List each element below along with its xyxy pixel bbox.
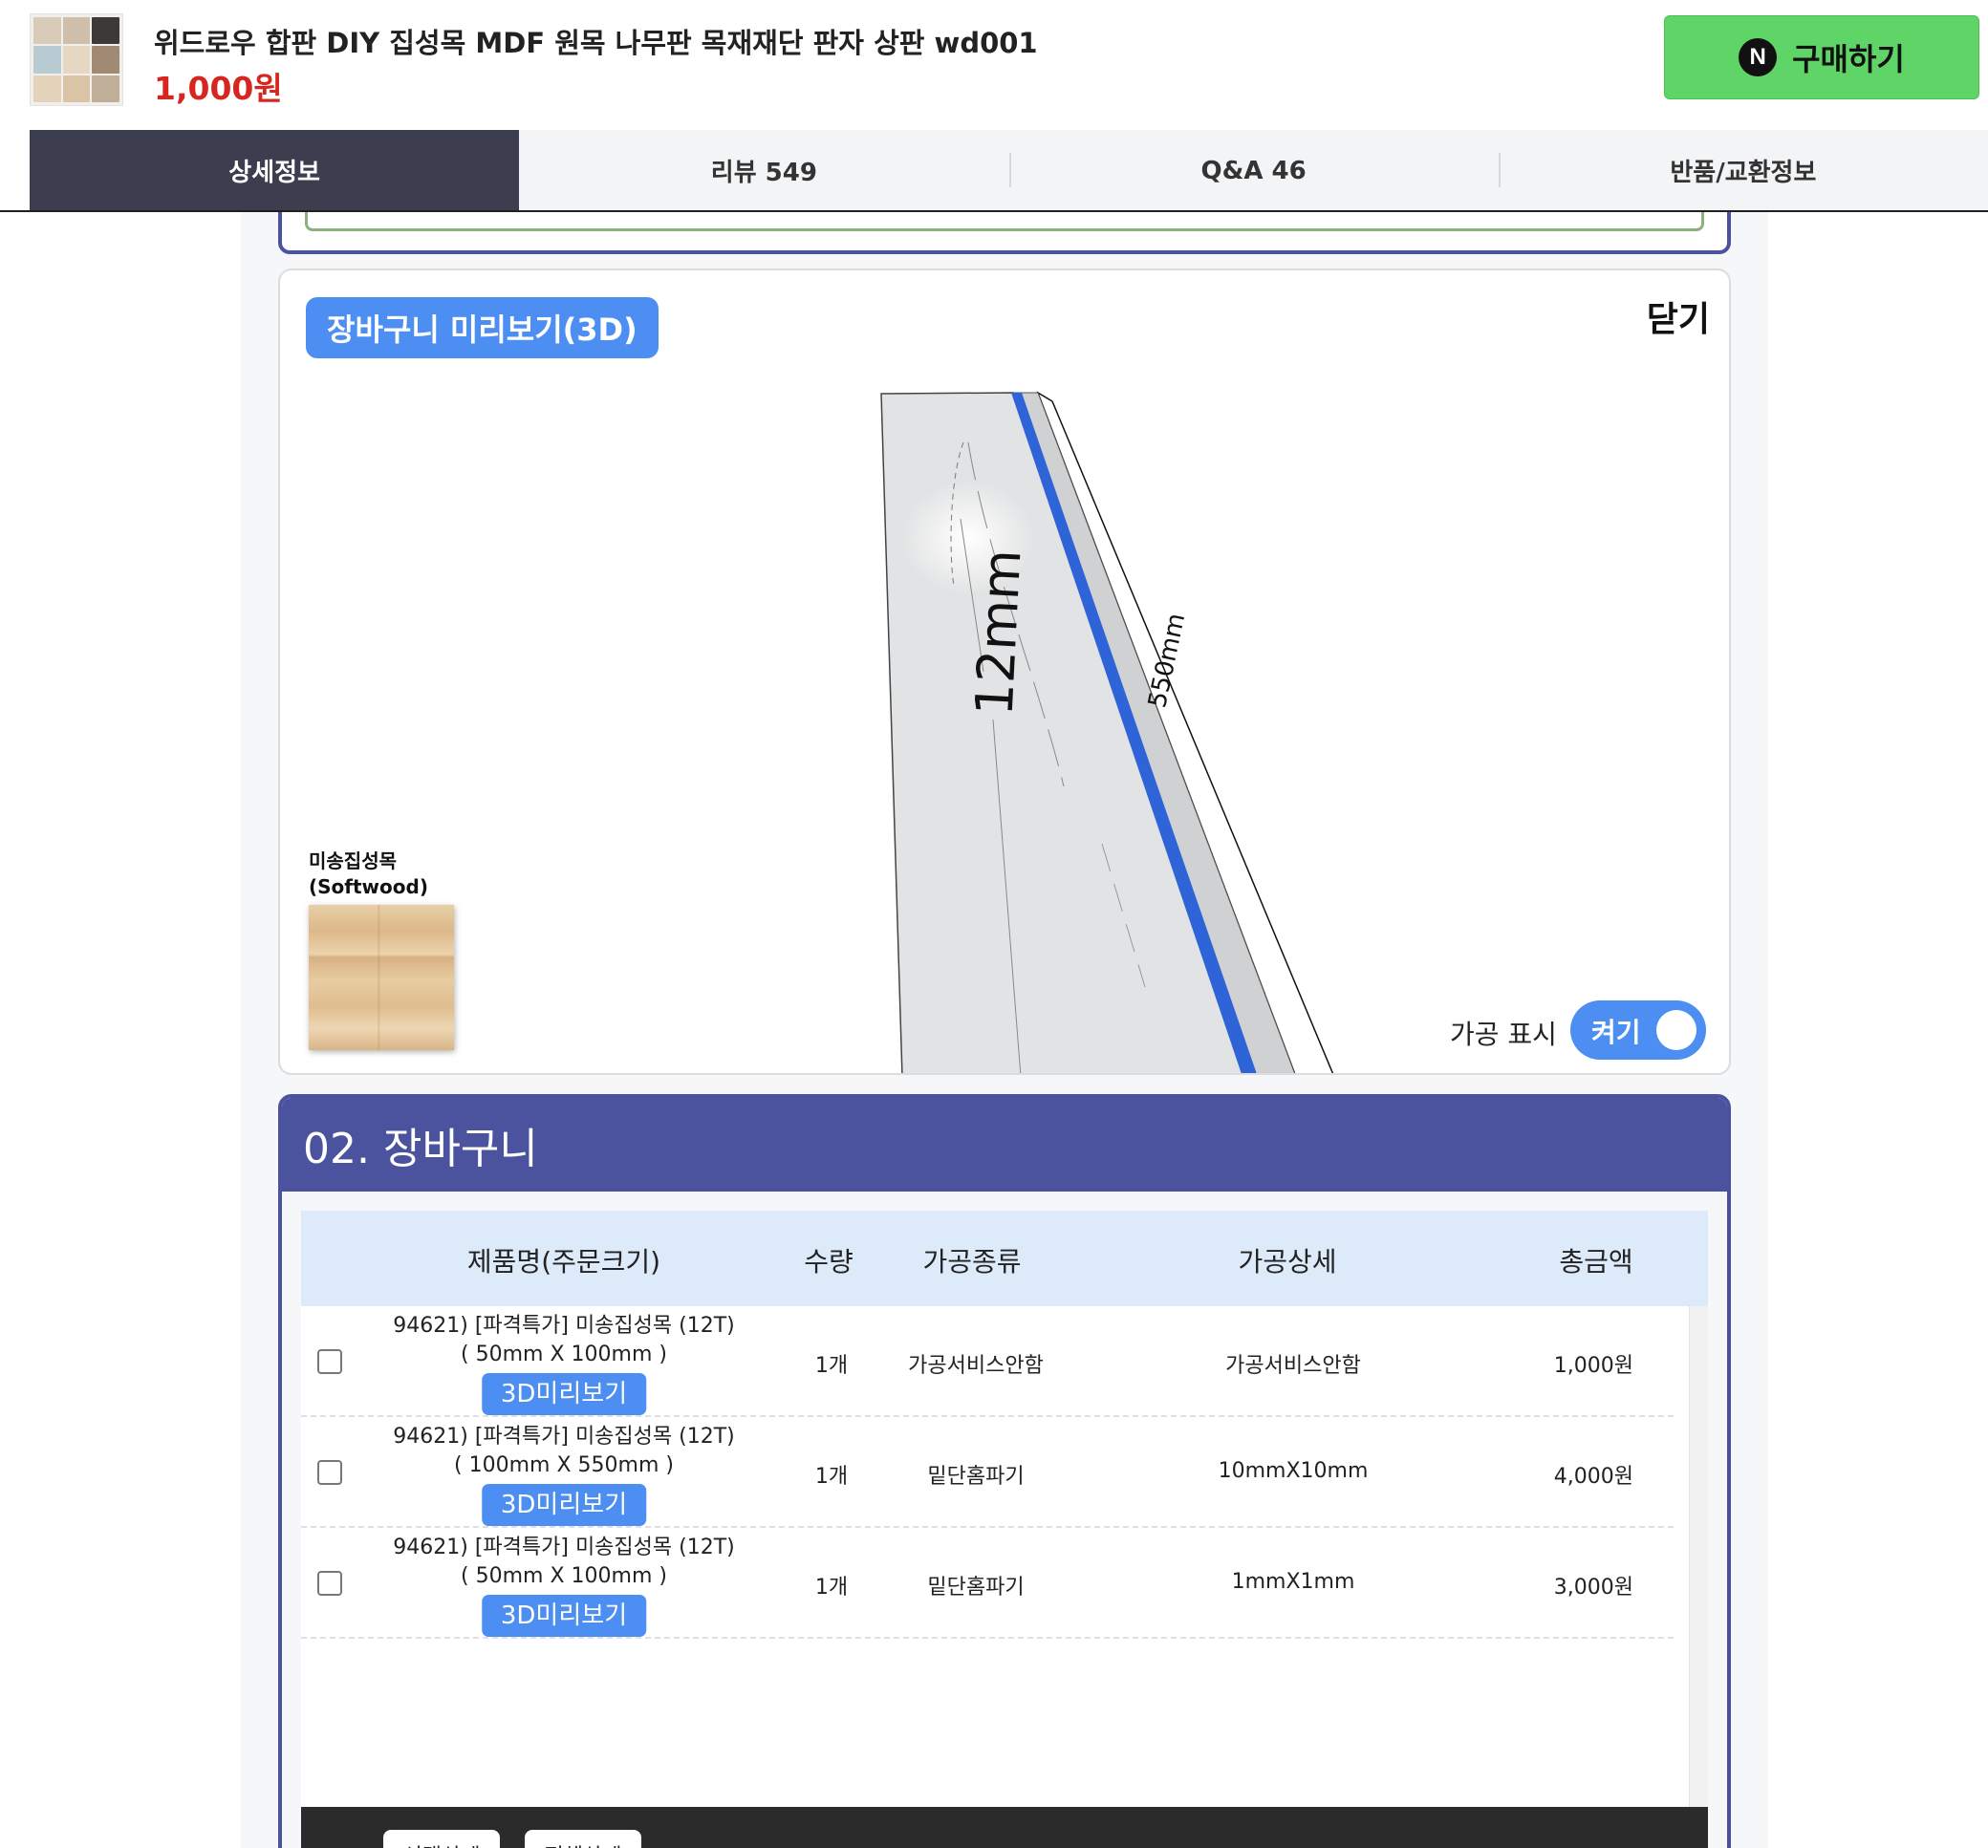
column-header-process-detail: 가공상세	[1238, 1246, 1337, 1278]
cart-section: 02. 장바구니 제품명(주문크기) 수량 가공종류 가공상세 총금액 9462…	[278, 1094, 1731, 1848]
row-product-name: 94621) [파격특가] 미송집성목 (12T)	[393, 1536, 735, 1559]
cart-footer: 선택삭제 전체삭제	[301, 1807, 1708, 1848]
buy-button[interactable]: N 구매하기	[1664, 15, 1979, 99]
cart-row: 94621) [파격특가] 미송집성목 (12T) ( 50mm X 100mm…	[301, 1306, 1674, 1417]
row-process-detail: 10mmX10mm	[1218, 1459, 1369, 1483]
row-product: 94621) [파격특가] 미송집성목 (12T) ( 50mm X 100mm…	[393, 1312, 735, 1415]
row-process-type: 밑단홈파기	[927, 1576, 1025, 1600]
material-swatch[interactable]	[309, 905, 454, 1050]
buy-button-label: 구매하기	[1792, 41, 1905, 77]
material-label: 미송집성목 (Softwood)	[309, 849, 428, 900]
row-product: 94621) [파격특가] 미송집성목 (12T) ( 50mm X 100mm…	[393, 1534, 735, 1637]
product-thumbnail[interactable]	[30, 13, 123, 106]
cart-scrollbar[interactable]	[1689, 1306, 1708, 1807]
row-product-size: ( 100mm X 550mm )	[454, 1453, 674, 1477]
cart-row: 94621) [파격특가] 미송집성목 (12T) ( 100mm X 550m…	[301, 1417, 1674, 1528]
processing-display-toggle[interactable]: 켜기	[1570, 1000, 1706, 1060]
row-product-name: 94621) [파격특가] 미송집성목 (12T)	[393, 1425, 735, 1449]
row-3d-preview-button[interactable]: 3D미리보기	[481, 1484, 647, 1526]
board-3d-render[interactable]: 12mm 550mm	[280, 270, 1731, 1075]
row-3d-preview-button[interactable]: 3D미리보기	[481, 1595, 647, 1637]
row-3d-preview-button[interactable]: 3D미리보기	[481, 1373, 647, 1415]
tab-qna[interactable]: Q&A 46	[1008, 130, 1499, 211]
material-name: 미송집성목	[309, 849, 397, 872]
toggle-knob	[1656, 1010, 1696, 1050]
delete-selected-button[interactable]: 선택삭제	[383, 1830, 500, 1848]
column-header-process-type: 가공종류	[922, 1246, 1022, 1278]
cart-rows: 94621) [파격특가] 미송집성목 (12T) ( 50mm X 100mm…	[301, 1306, 1689, 1807]
cart-3d-preview-panel: 12mm 550mm 장바구니 미리보기(3D) 닫기 미송집성목 (Softw…	[278, 269, 1731, 1075]
naver-pay-icon: N	[1739, 38, 1778, 76]
row-total: 4,000원	[1553, 1465, 1633, 1489]
row-total: 3,000원	[1553, 1576, 1633, 1600]
cart-row: 94621) [파격특가] 미송집성목 (12T) ( 50mm X 100mm…	[301, 1528, 1674, 1639]
row-product-size: ( 50mm X 100mm )	[461, 1343, 667, 1366]
row-quantity: 1개	[814, 1465, 849, 1489]
product-title: 위드로우 합판 DIY 집성목 MDF 원목 나무판 목재재단 판자 상판 wd…	[154, 27, 1038, 59]
cart-title: 02. 장바구니	[282, 1098, 1727, 1192]
processing-display-label: 가공 표시	[1450, 1019, 1557, 1050]
tab-bar: 상세정보 리뷰 549 Q&A 46 반품/교환정보	[30, 130, 1988, 211]
column-header-product: 제품명(주문크기)	[466, 1246, 661, 1278]
close-button[interactable]: 닫기	[1647, 291, 1710, 341]
row-checkbox[interactable]	[317, 1460, 342, 1485]
toggle-state-label: 켜기	[1591, 1017, 1641, 1048]
previous-panel-edge	[278, 212, 1731, 254]
row-quantity: 1개	[814, 1354, 849, 1378]
product-header: 위드로우 합판 DIY 집성목 MDF 원목 나무판 목재재단 판자 상판 wd…	[0, 0, 1988, 130]
row-product-size: ( 50mm X 100mm )	[461, 1564, 667, 1588]
row-product-name: 94621) [파격특가] 미송집성목 (12T)	[393, 1314, 735, 1338]
row-checkbox[interactable]	[317, 1349, 342, 1374]
row-quantity: 1개	[814, 1576, 849, 1600]
tab-reviews[interactable]: 리뷰 549	[519, 130, 1008, 211]
row-product: 94621) [파격특가] 미송집성목 (12T) ( 100mm X 550m…	[393, 1423, 735, 1526]
delete-all-button[interactable]: 전체삭제	[525, 1830, 641, 1848]
tab-return-info[interactable]: 반품/교환정보	[1498, 130, 1988, 211]
tab-detail[interactable]: 상세정보	[30, 130, 520, 211]
column-header-quantity: 수량	[804, 1246, 854, 1278]
column-header-total: 총금액	[1559, 1246, 1633, 1278]
thickness-dimension-label: 12mm	[964, 548, 1033, 718]
row-process-type: 가공서비스안함	[908, 1354, 1044, 1378]
cart-table-header: 제품명(주문크기) 수량 가공종류 가공상세 총금액	[301, 1211, 1708, 1306]
row-checkbox[interactable]	[317, 1571, 342, 1596]
row-process-detail: 가공서비스안함	[1225, 1354, 1361, 1378]
cart-table: 제품명(주문크기) 수량 가공종류 가공상세 총금액 94621) [파격특가]…	[301, 1211, 1708, 1807]
previous-inner-panel-edge	[305, 212, 1704, 231]
row-process-type: 밑단홈파기	[927, 1465, 1025, 1489]
row-total: 1,000원	[1553, 1354, 1633, 1378]
product-price: 1,000원	[154, 70, 283, 107]
material-english-name: (Softwood)	[309, 875, 428, 898]
preview-title-badge: 장바구니 미리보기(3D)	[306, 297, 659, 358]
row-process-detail: 1mmX1mm	[1231, 1570, 1355, 1594]
